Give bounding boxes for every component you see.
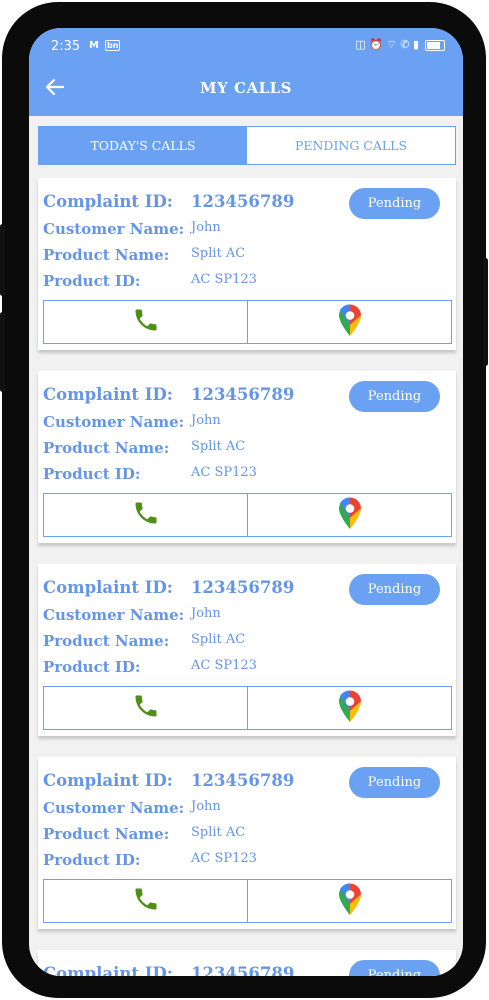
product-name-value: Split AC <box>191 632 246 647</box>
complaint-id-label: Complaint ID: <box>43 964 173 976</box>
product-name-label: Product Name: <box>43 632 170 650</box>
calls-list: Complaint ID: 123456789 Customer Name: J… <box>38 178 456 976</box>
customer-name-value: John <box>191 799 221 814</box>
phone-frame: 2:35 M bn ◫ ⏰ ⌔ ✆ ▮ MY CALLS TODAY'S CAL… <box>0 2 488 998</box>
volume-button-lower <box>0 312 5 392</box>
product-name-label: Product Name: <box>43 439 170 457</box>
product-id-label: Product ID: <box>43 658 141 676</box>
customer-name-value: John <box>191 220 221 235</box>
customer-name-label: Customer Name: <box>43 606 185 624</box>
calls-tabs: TODAY'S CALLS PENDING CALLS <box>38 126 456 165</box>
notification-icon-bn: bn <box>105 40 121 51</box>
card-actions <box>43 879 452 923</box>
product-id-label: Product ID: <box>43 272 141 290</box>
customer-name-label: Customer Name: <box>43 799 185 817</box>
product-name-value: Split AC <box>191 439 246 454</box>
status-badge[interactable]: Pending <box>349 381 440 412</box>
call-card: Complaint ID: 123456789 Customer Name: J… <box>38 371 456 543</box>
product-name-label: Product Name: <box>43 825 170 843</box>
product-id-value: AC SP123 <box>191 658 257 673</box>
customer-name-label: Customer Name: <box>43 413 185 431</box>
volume-button <box>0 224 5 296</box>
card-actions <box>43 493 452 537</box>
phone-icon <box>132 306 160 338</box>
battery-icon <box>425 39 445 51</box>
tab-todays-calls[interactable]: TODAY'S CALLS <box>39 127 247 164</box>
call-button[interactable] <box>44 494 247 536</box>
status-time: 2:35 <box>51 39 81 54</box>
phone-icon <box>132 499 160 531</box>
status-badge[interactable]: Pending <box>349 767 440 798</box>
customer-name-label: Customer Name: <box>43 220 185 238</box>
call-card: Complaint ID: 123456789 Customer Name: J… <box>38 178 456 350</box>
complaint-id-label: Complaint ID: <box>43 192 173 211</box>
app-bar: MY CALLS <box>29 64 463 116</box>
map-button[interactable] <box>247 880 451 922</box>
product-name-value: Split AC <box>191 825 246 840</box>
complaint-id-value: 123456789 <box>191 578 295 597</box>
call-button[interactable] <box>44 880 247 922</box>
phone-icon <box>132 692 160 724</box>
tab-pending-calls[interactable]: PENDING CALLS <box>247 127 455 164</box>
status-icons: ◫ ⏰ ⌔ ✆ ▮ <box>355 38 445 52</box>
phone-icon <box>132 885 160 917</box>
complaint-id-value: 123456789 <box>191 385 295 404</box>
map-button[interactable] <box>247 687 451 729</box>
product-id-value: AC SP123 <box>191 272 257 287</box>
complaint-id-value: 123456789 <box>191 192 295 211</box>
map-pin-icon <box>337 303 363 341</box>
product-name-value: Split AC <box>191 246 246 261</box>
power-button <box>483 258 488 366</box>
status-badge[interactable]: Pending <box>349 188 440 219</box>
product-id-value: AC SP123 <box>191 851 257 866</box>
call-button[interactable] <box>44 301 247 343</box>
card-actions <box>43 686 452 730</box>
system-status-icons: ◫ ⏰ ⌔ ✆ ▮ <box>355 38 419 51</box>
complaint-id-value: 123456789 <box>191 964 295 976</box>
customer-name-value: John <box>191 413 221 428</box>
status-badge[interactable]: Pending <box>349 574 440 605</box>
product-id-value: AC SP123 <box>191 465 257 480</box>
status-badge[interactable]: Pending <box>349 960 440 976</box>
customer-name-value: John <box>191 606 221 621</box>
card-actions <box>43 300 452 344</box>
notification-icon-m: M <box>89 40 99 51</box>
map-button[interactable] <box>247 494 451 536</box>
call-button[interactable] <box>44 687 247 729</box>
product-name-label: Product Name: <box>43 246 170 264</box>
map-pin-icon <box>337 882 363 920</box>
complaint-id-label: Complaint ID: <box>43 385 173 404</box>
complaint-id-label: Complaint ID: <box>43 771 173 790</box>
map-pin-icon <box>337 689 363 727</box>
screen: 2:35 M bn ◫ ⏰ ⌔ ✆ ▮ MY CALLS TODAY'S CAL… <box>29 28 463 976</box>
product-id-label: Product ID: <box>43 465 141 483</box>
call-card: Complaint ID: 123456789 Customer Name: J… <box>38 564 456 736</box>
map-pin-icon <box>337 496 363 534</box>
call-card: Complaint ID: 123456789 Customer Name: J… <box>38 757 456 929</box>
complaint-id-value: 123456789 <box>191 771 295 790</box>
call-card: Complaint ID: 123456789 Pending <box>38 950 456 976</box>
product-id-label: Product ID: <box>43 851 141 869</box>
status-bar: 2:35 M bn ◫ ⏰ ⌔ ✆ ▮ <box>29 28 463 64</box>
page-title: MY CALLS <box>199 79 293 97</box>
map-button[interactable] <box>247 301 451 343</box>
complaint-id-label: Complaint ID: <box>43 578 173 597</box>
